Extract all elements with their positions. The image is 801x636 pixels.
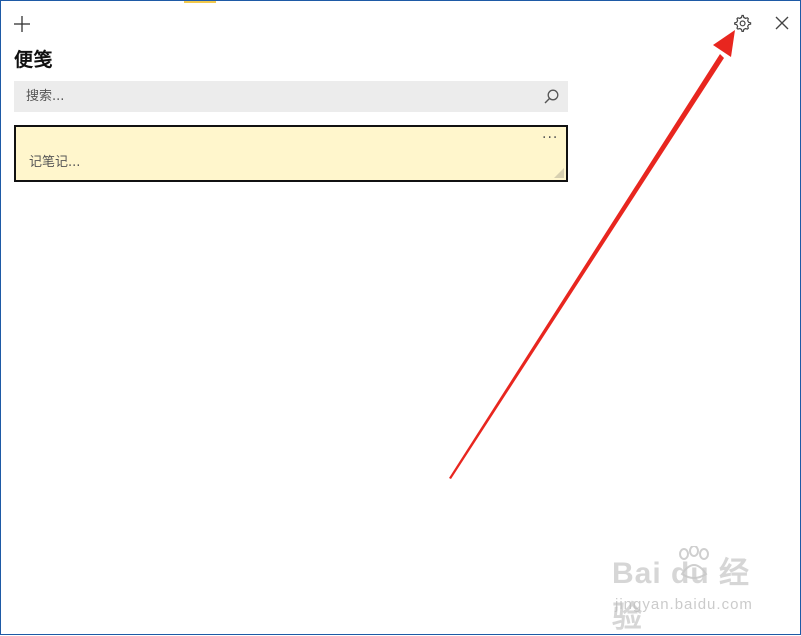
note-card[interactable]: ··· 记笔记... bbox=[14, 125, 568, 182]
note-more-options-button[interactable]: ··· bbox=[542, 131, 564, 145]
note-fold-corner bbox=[554, 168, 564, 178]
gear-icon bbox=[734, 14, 752, 32]
watermark-url: jingyan.baidu.com bbox=[615, 596, 753, 613]
search-icon[interactable] bbox=[543, 88, 560, 105]
add-note-button[interactable] bbox=[11, 13, 33, 35]
search-box[interactable] bbox=[14, 81, 568, 112]
baidu-watermark: Bai du 经验 jingyan.baidu.com bbox=[612, 546, 762, 634]
watermark-brand: Bai du 经验 bbox=[612, 557, 751, 634]
page-title: 便笺 bbox=[14, 49, 54, 71]
search-input[interactable] bbox=[14, 81, 534, 112]
settings-button[interactable] bbox=[731, 12, 753, 34]
note-preview-text: 记笔记... bbox=[29, 155, 81, 170]
close-button[interactable] bbox=[772, 13, 792, 33]
plus-icon bbox=[14, 16, 30, 32]
sticky-notes-window: 便笺 ··· 记笔记... bbox=[0, 0, 801, 635]
title-accent-line bbox=[184, 1, 216, 3]
close-icon bbox=[775, 16, 789, 30]
